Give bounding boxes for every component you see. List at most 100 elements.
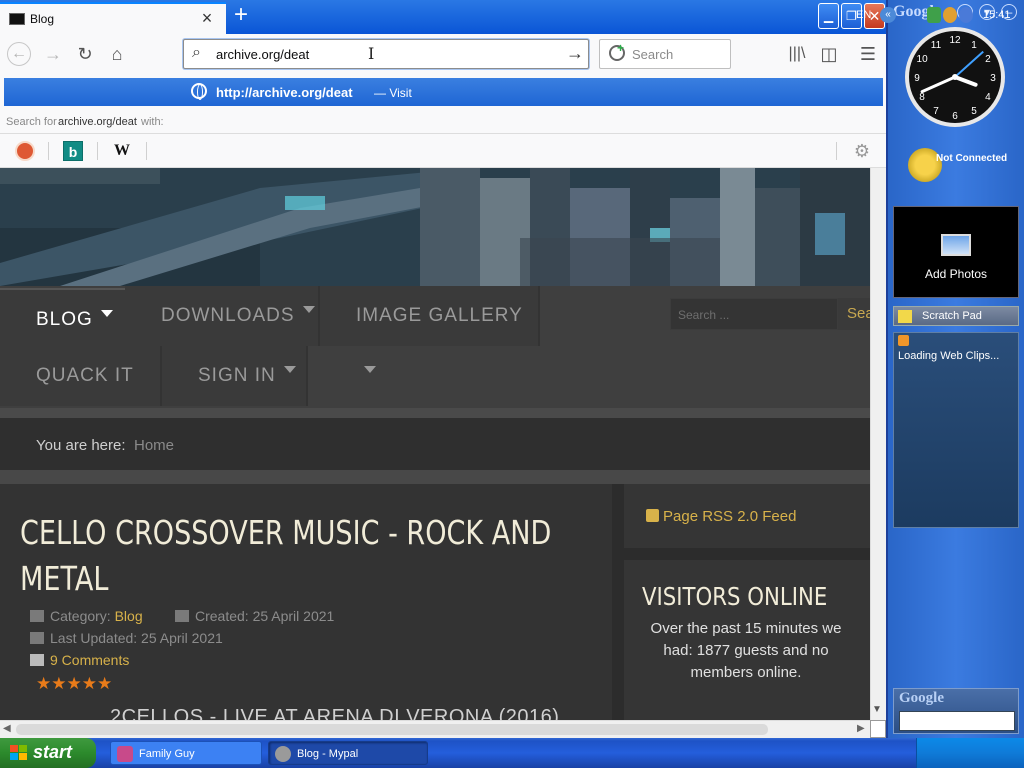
article-title[interactable]: CELLO CROSSOVER MUSIC - ROCK AND METAL [20, 510, 594, 602]
scratch-pad-label: Scratch Pad [922, 310, 982, 322]
security-tray-icon[interactable] [959, 7, 973, 23]
suggestion-action: — Visit [374, 86, 412, 100]
scrollbar-thumb[interactable] [16, 724, 768, 735]
article-comments[interactable]: 9 Comments [30, 652, 129, 668]
reload-button[interactable]: ↻ [72, 42, 98, 66]
google-search-input[interactable] [899, 711, 1015, 731]
wikipedia-icon[interactable]: W [112, 141, 132, 161]
weather-gadget[interactable]: Not Connected [898, 140, 1024, 195]
horizontal-scrollbar[interactable]: ◀ ▶ [0, 720, 886, 738]
google-search-gadget: Google [893, 688, 1019, 734]
search-engine-icon[interactable] [609, 41, 625, 61]
search-placeholder: Search [632, 47, 674, 62]
back-button[interactable]: ← [7, 42, 31, 66]
text-cursor-icon: I [368, 44, 375, 63]
navigation-toolbar: ← → ↻ ⌂ ⌕ archive.org/deat I → Search ||… [0, 34, 886, 74]
site-search-placeholder: Search ... [678, 308, 730, 322]
comments-link[interactable]: 9 Comments [50, 652, 129, 668]
tab-title: Blog [30, 12, 55, 26]
caret-down-icon [283, 366, 296, 373]
site-search-input[interactable]: Search ... [670, 298, 838, 330]
menu-item-downloads[interactable]: DOWNLOADS [125, 286, 320, 346]
url-input[interactable]: archive.org/deat [216, 47, 309, 62]
taskbar-item-blog-mypal[interactable]: Blog - Mypal [268, 741, 428, 765]
breadcrumb-home-link[interactable]: Home [134, 437, 174, 454]
one-off-search-engines: b W ⚙ [0, 134, 886, 168]
search-icon: ⌕ [192, 44, 201, 61]
home-button[interactable]: ⌂ [104, 42, 130, 66]
go-arrow-button[interactable]: → [566, 43, 584, 64]
taskbar-item-family-guy[interactable]: Family Guy [110, 741, 262, 765]
divider [0, 470, 870, 484]
breadcrumb-label: You are here: [36, 437, 126, 454]
scroll-right-arrow-icon[interactable]: ▶ [857, 723, 865, 734]
divider [0, 408, 870, 418]
language-indicator[interactable]: EN [856, 9, 871, 21]
forward-button[interactable]: → [40, 42, 66, 66]
clock-number: 2 [985, 54, 991, 65]
windows-flag-icon [10, 745, 28, 761]
url-suggestion-row[interactable]: http://archive.org/deat — Visit [4, 78, 883, 106]
window-minimize-button[interactable]: ▁ [818, 3, 839, 29]
search-for-query: archive.org/deat [58, 116, 137, 128]
article-created: Created: 25 April 2021 [175, 608, 334, 624]
vertical-scrollbar[interactable] [870, 168, 886, 720]
network-icon[interactable] [927, 7, 941, 23]
scratch-pad-gadget[interactable]: Scratch Pad [893, 306, 1019, 326]
site-search-button[interactable]: Sea [838, 298, 870, 330]
app-icon [117, 746, 133, 762]
bing-icon[interactable]: b [63, 141, 83, 161]
clock-number: 1 [971, 40, 977, 51]
tab-close-icon[interactable]: × [198, 9, 216, 27]
web-clips-gadget[interactable]: Loading Web Clips... [893, 332, 1019, 528]
scrollbar-corner [870, 720, 886, 738]
menu-item-label: QUACK IT [36, 365, 134, 386]
tab-blog[interactable]: Blog × [0, 2, 226, 34]
mypal-browser-icon [275, 746, 291, 762]
photos-gadget[interactable]: Add Photos [893, 206, 1019, 298]
url-bar[interactable]: ⌕ archive.org/deat I → [183, 39, 589, 69]
tab-favicon-icon [9, 13, 25, 25]
start-button[interactable]: start [0, 738, 96, 768]
rss-label: Page RSS 2.0 Feed [663, 508, 797, 525]
menu-item-quack-it[interactable]: QUACK IT [0, 346, 162, 406]
rss-feed-link[interactable]: Page RSS 2.0 Feed [646, 508, 796, 525]
analog-clock[interactable]: 12 12 3 45 6 78 9 1011 [903, 25, 1007, 129]
taskbar-item-label: Blog - Mypal [297, 748, 359, 760]
clock-number: 4 [985, 92, 991, 103]
globe-icon [191, 83, 207, 100]
search-box[interactable]: Search [599, 39, 731, 69]
comment-icon [30, 654, 44, 666]
clock-number: 12 [949, 35, 961, 46]
search-for-row: Search for archive.org/deat with: [0, 110, 886, 134]
search-for-prefix: Search for [6, 116, 57, 128]
clock-number: 3 [990, 73, 996, 84]
tray-expand-button[interactable]: « [880, 7, 896, 23]
app-tray-icon[interactable] [943, 7, 957, 23]
suggestion-url: http://archive.org/deat [216, 85, 353, 100]
city-skyline-image [0, 168, 870, 286]
library-button[interactable]: |||\ [784, 42, 810, 66]
category-link[interactable]: Blog [115, 608, 143, 624]
scroll-left-arrow-icon[interactable]: ◀ [3, 723, 11, 734]
rating-stars[interactable]: ★★★★★ [36, 674, 112, 694]
article-updated: Last Updated: 25 April 2021 [30, 630, 223, 646]
system-tray [916, 738, 1024, 768]
google-logo: Google [899, 690, 944, 706]
new-tab-button[interactable]: + [230, 3, 252, 28]
duckduckgo-icon[interactable] [15, 141, 35, 161]
site-main-menu: BLOG DOWNLOADS IMAGE GALLERY QUACK IT SI… [0, 286, 870, 408]
sidebar-toggle-button[interactable]: ◫ [816, 42, 842, 66]
visitors-text: Over the past 15 minutes we had: 1877 gu… [650, 620, 842, 681]
clock-number: 5 [971, 106, 977, 117]
menu-item-sign-in[interactable]: SIGN IN [162, 346, 308, 406]
web-clips-label: Loading Web Clips... [898, 350, 1000, 362]
menu-item-image-gallery[interactable]: IMAGE GALLERY [320, 286, 540, 373]
clock-number: 9 [914, 73, 920, 84]
clock-number: 11 [931, 40, 942, 51]
hamburger-menu-button[interactable]: ☰ [855, 42, 881, 66]
gear-icon[interactable]: ⚙ [852, 141, 872, 161]
scroll-down-arrow-icon[interactable]: ▼ [872, 704, 882, 715]
engine-divider [146, 142, 147, 160]
calendar-icon [175, 610, 189, 622]
